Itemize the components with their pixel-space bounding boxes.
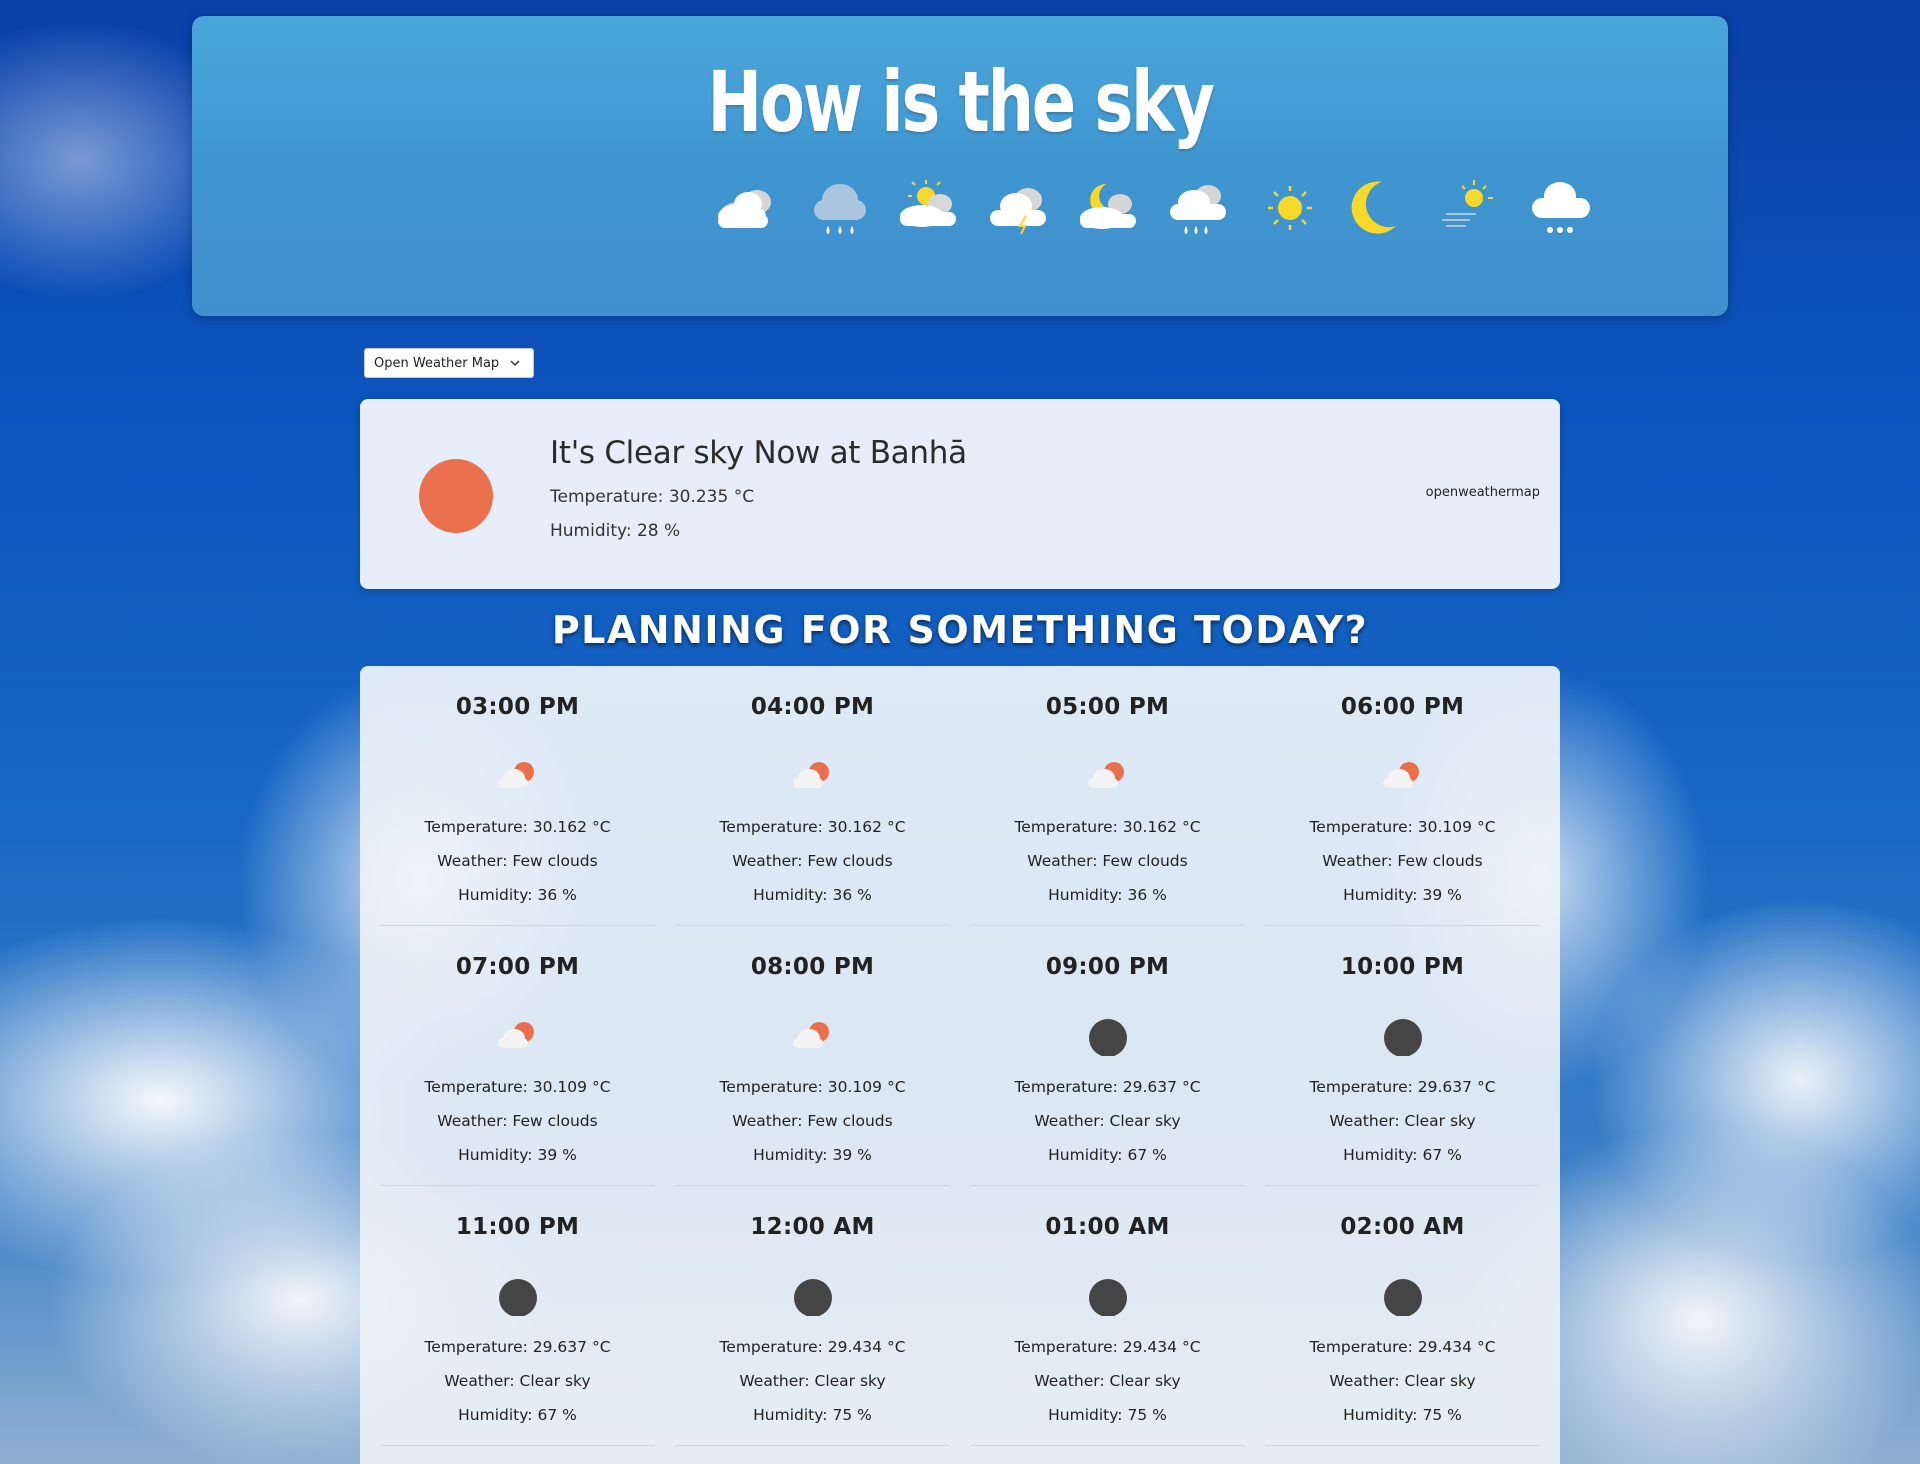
forecast-weather: Weather: Few clouds <box>437 852 598 870</box>
forecast-humidity: Humidity: 67 % <box>458 1406 577 1424</box>
forecast-humidity: Humidity: 39 % <box>458 1146 577 1164</box>
few-clouds-icon <box>498 1022 534 1048</box>
clear-night-icon <box>499 1279 537 1316</box>
forecast-slot: 08:00 PM Temperature: 30.109 °C Weather: F… <box>675 926 950 1186</box>
sun-icon <box>1268 186 1312 230</box>
forecast-weather: Weather: Few clouds <box>1027 852 1188 870</box>
forecast-temperature: Temperature: 29.434 °C <box>1309 1338 1496 1356</box>
moon-icon <box>1351 181 1396 234</box>
forecast-weather: Weather: Clear sky <box>1034 1112 1181 1130</box>
few-clouds-icon <box>793 762 829 788</box>
forecast-temperature: Temperature: 30.162 °C <box>424 818 611 836</box>
few-clouds-icon <box>1088 762 1124 788</box>
forecast-temperature: Temperature: 30.162 °C <box>1014 818 1201 836</box>
forecast-humidity: Humidity: 36 % <box>1048 886 1167 904</box>
clear-night-icon <box>1384 1019 1422 1056</box>
forecast-slot: 09:00 PM Temperature: 29.637 °C Weather: C… <box>970 926 1245 1186</box>
forecast-slot: 04:00 PM Temperature: 30.162 °C Weather: F… <box>675 666 950 926</box>
forecast-time: 04:00 PM <box>750 694 875 720</box>
forecast-time: 08:00 PM <box>750 954 875 980</box>
forecast-humidity: Humidity: 75 % <box>1343 1406 1462 1424</box>
forecast-time: 02:00 AM <box>1340 1214 1465 1240</box>
few-clouds-icon <box>793 1022 829 1048</box>
forecast-time: 12:00 AM <box>750 1214 875 1240</box>
forecast-weather: Weather: Clear sky <box>1329 1112 1476 1130</box>
forecast-weather: Weather: Few clouds <box>732 1112 893 1130</box>
cloud-lightning-icon <box>990 188 1046 235</box>
few-clouds-icon <box>1383 762 1419 788</box>
partly-sunny-icon <box>900 180 956 227</box>
forecast-grid: 03:00 PM Temperature: 30.162 °C Weather: F… <box>380 666 1540 1446</box>
forecast-time: 03:00 PM <box>455 694 580 720</box>
few-clouds-icon <box>498 762 534 788</box>
weather-icon-row <box>712 174 1592 244</box>
data-source-label: openweathermap <box>1425 485 1540 500</box>
forecast-weather: Weather: Clear sky <box>1329 1372 1476 1390</box>
forecast-time: 01:00 AM <box>1045 1214 1170 1240</box>
forecast-humidity: Humidity: 36 % <box>753 886 872 904</box>
forecast-time: 07:00 PM <box>455 954 580 980</box>
forecast-humidity: Humidity: 75 % <box>1048 1406 1167 1424</box>
clear-night-icon <box>1089 1279 1127 1316</box>
clear-night-icon <box>1089 1019 1127 1056</box>
forecast-humidity: Humidity: 39 % <box>753 1146 872 1164</box>
forecast-weather: Weather: Few clouds <box>437 1112 598 1130</box>
forecast-temperature: Temperature: 30.109 °C <box>1309 818 1496 836</box>
forecast-humidity: Humidity: 67 % <box>1343 1146 1462 1164</box>
forecast-time: 09:00 PM <box>1045 954 1170 980</box>
forecast-slot: 06:00 PM Temperature: 30.109 °C Weather: F… <box>1265 666 1540 926</box>
forecast-slot: 03:00 PM Temperature: 30.162 °C Weather: F… <box>380 666 655 926</box>
cloud-snow-icon <box>1532 182 1590 233</box>
forecast-humidity: Humidity: 36 % <box>458 886 577 904</box>
forecast-slot: 07:00 PM Temperature: 30.109 °C Weather: F… <box>380 926 655 1186</box>
cloud-rain-icon <box>1170 185 1226 234</box>
weather-source-select[interactable]: Open Weather Map <box>364 348 534 378</box>
forecast-humidity: Humidity: 67 % <box>1048 1146 1167 1164</box>
forecast-weather: Weather: Clear sky <box>739 1372 886 1390</box>
forecast-temperature: Temperature: 29.434 °C <box>719 1338 906 1356</box>
forecast-humidity: Humidity: 75 % <box>753 1406 872 1424</box>
clear-sky-sun-icon <box>419 459 493 533</box>
forecast-time: 11:00 PM <box>455 1214 580 1240</box>
forecast-time: 05:00 PM <box>1045 694 1170 720</box>
current-temperature: Temperature: 30.235 °C <box>550 487 755 507</box>
forecast-temperature: Temperature: 29.637 °C <box>1309 1078 1496 1096</box>
clear-night-icon <box>794 1279 832 1316</box>
site-title: How is the sky <box>707 53 1215 151</box>
forecast-temperature: Temperature: 30.109 °C <box>424 1078 611 1096</box>
forecast-time: 06:00 PM <box>1340 694 1465 720</box>
forecast-temperature: Temperature: 30.162 °C <box>719 818 906 836</box>
forecast-time: 10:00 PM <box>1340 954 1465 980</box>
forecast-weather: Weather: Few clouds <box>1322 852 1483 870</box>
forecast-slot: 05:00 PM Temperature: 30.162 °C Weather: F… <box>970 666 1245 926</box>
chevron-down-icon <box>510 360 520 367</box>
forecast-card: 03:00 PM Temperature: 30.162 °C Weather: F… <box>360 666 1560 1464</box>
clear-night-icon <box>1384 1279 1422 1316</box>
weather-source-value: Open Weather Map <box>374 355 500 371</box>
forecast-slot: 10:00 PM Temperature: 29.637 °C Weather: C… <box>1265 926 1540 1186</box>
forecast-temperature: Temperature: 29.434 °C <box>1014 1338 1201 1356</box>
forecast-temperature: Temperature: 29.637 °C <box>1014 1078 1201 1096</box>
site-header: How is the sky <box>192 16 1728 316</box>
cloudy-night-icon <box>1080 184 1136 229</box>
cloudy-icon <box>718 190 771 228</box>
forecast-slot: 12:00 AM Temperature: 29.434 °C Weather: C… <box>675 1186 950 1446</box>
forecast-temperature: Temperature: 30.109 °C <box>719 1078 906 1096</box>
current-weather-title: It's Clear sky Now at Banhā <box>550 435 967 471</box>
rain-icon <box>814 184 866 234</box>
forecast-weather: Weather: Few clouds <box>732 852 893 870</box>
forecast-slot: 01:00 AM Temperature: 29.434 °C Weather: C… <box>970 1186 1245 1446</box>
current-humidity: Humidity: 28 % <box>550 521 681 541</box>
windy-sun-icon <box>1442 180 1493 227</box>
forecast-humidity: Humidity: 39 % <box>1343 886 1462 904</box>
forecast-slot: 11:00 PM Temperature: 29.637 °C Weather: C… <box>380 1186 655 1446</box>
forecast-slot: 02:00 AM Temperature: 29.434 °C Weather: C… <box>1265 1186 1540 1446</box>
forecast-temperature: Temperature: 29.637 °C <box>424 1338 611 1356</box>
forecast-weather: Weather: Clear sky <box>444 1372 591 1390</box>
forecast-weather: Weather: Clear sky <box>1034 1372 1181 1390</box>
current-weather-card: It's Clear sky Now at Banhā Temperature:… <box>360 399 1560 589</box>
forecast-section-title: PLANNING FOR SOMETHING TODAY? <box>551 608 1369 652</box>
